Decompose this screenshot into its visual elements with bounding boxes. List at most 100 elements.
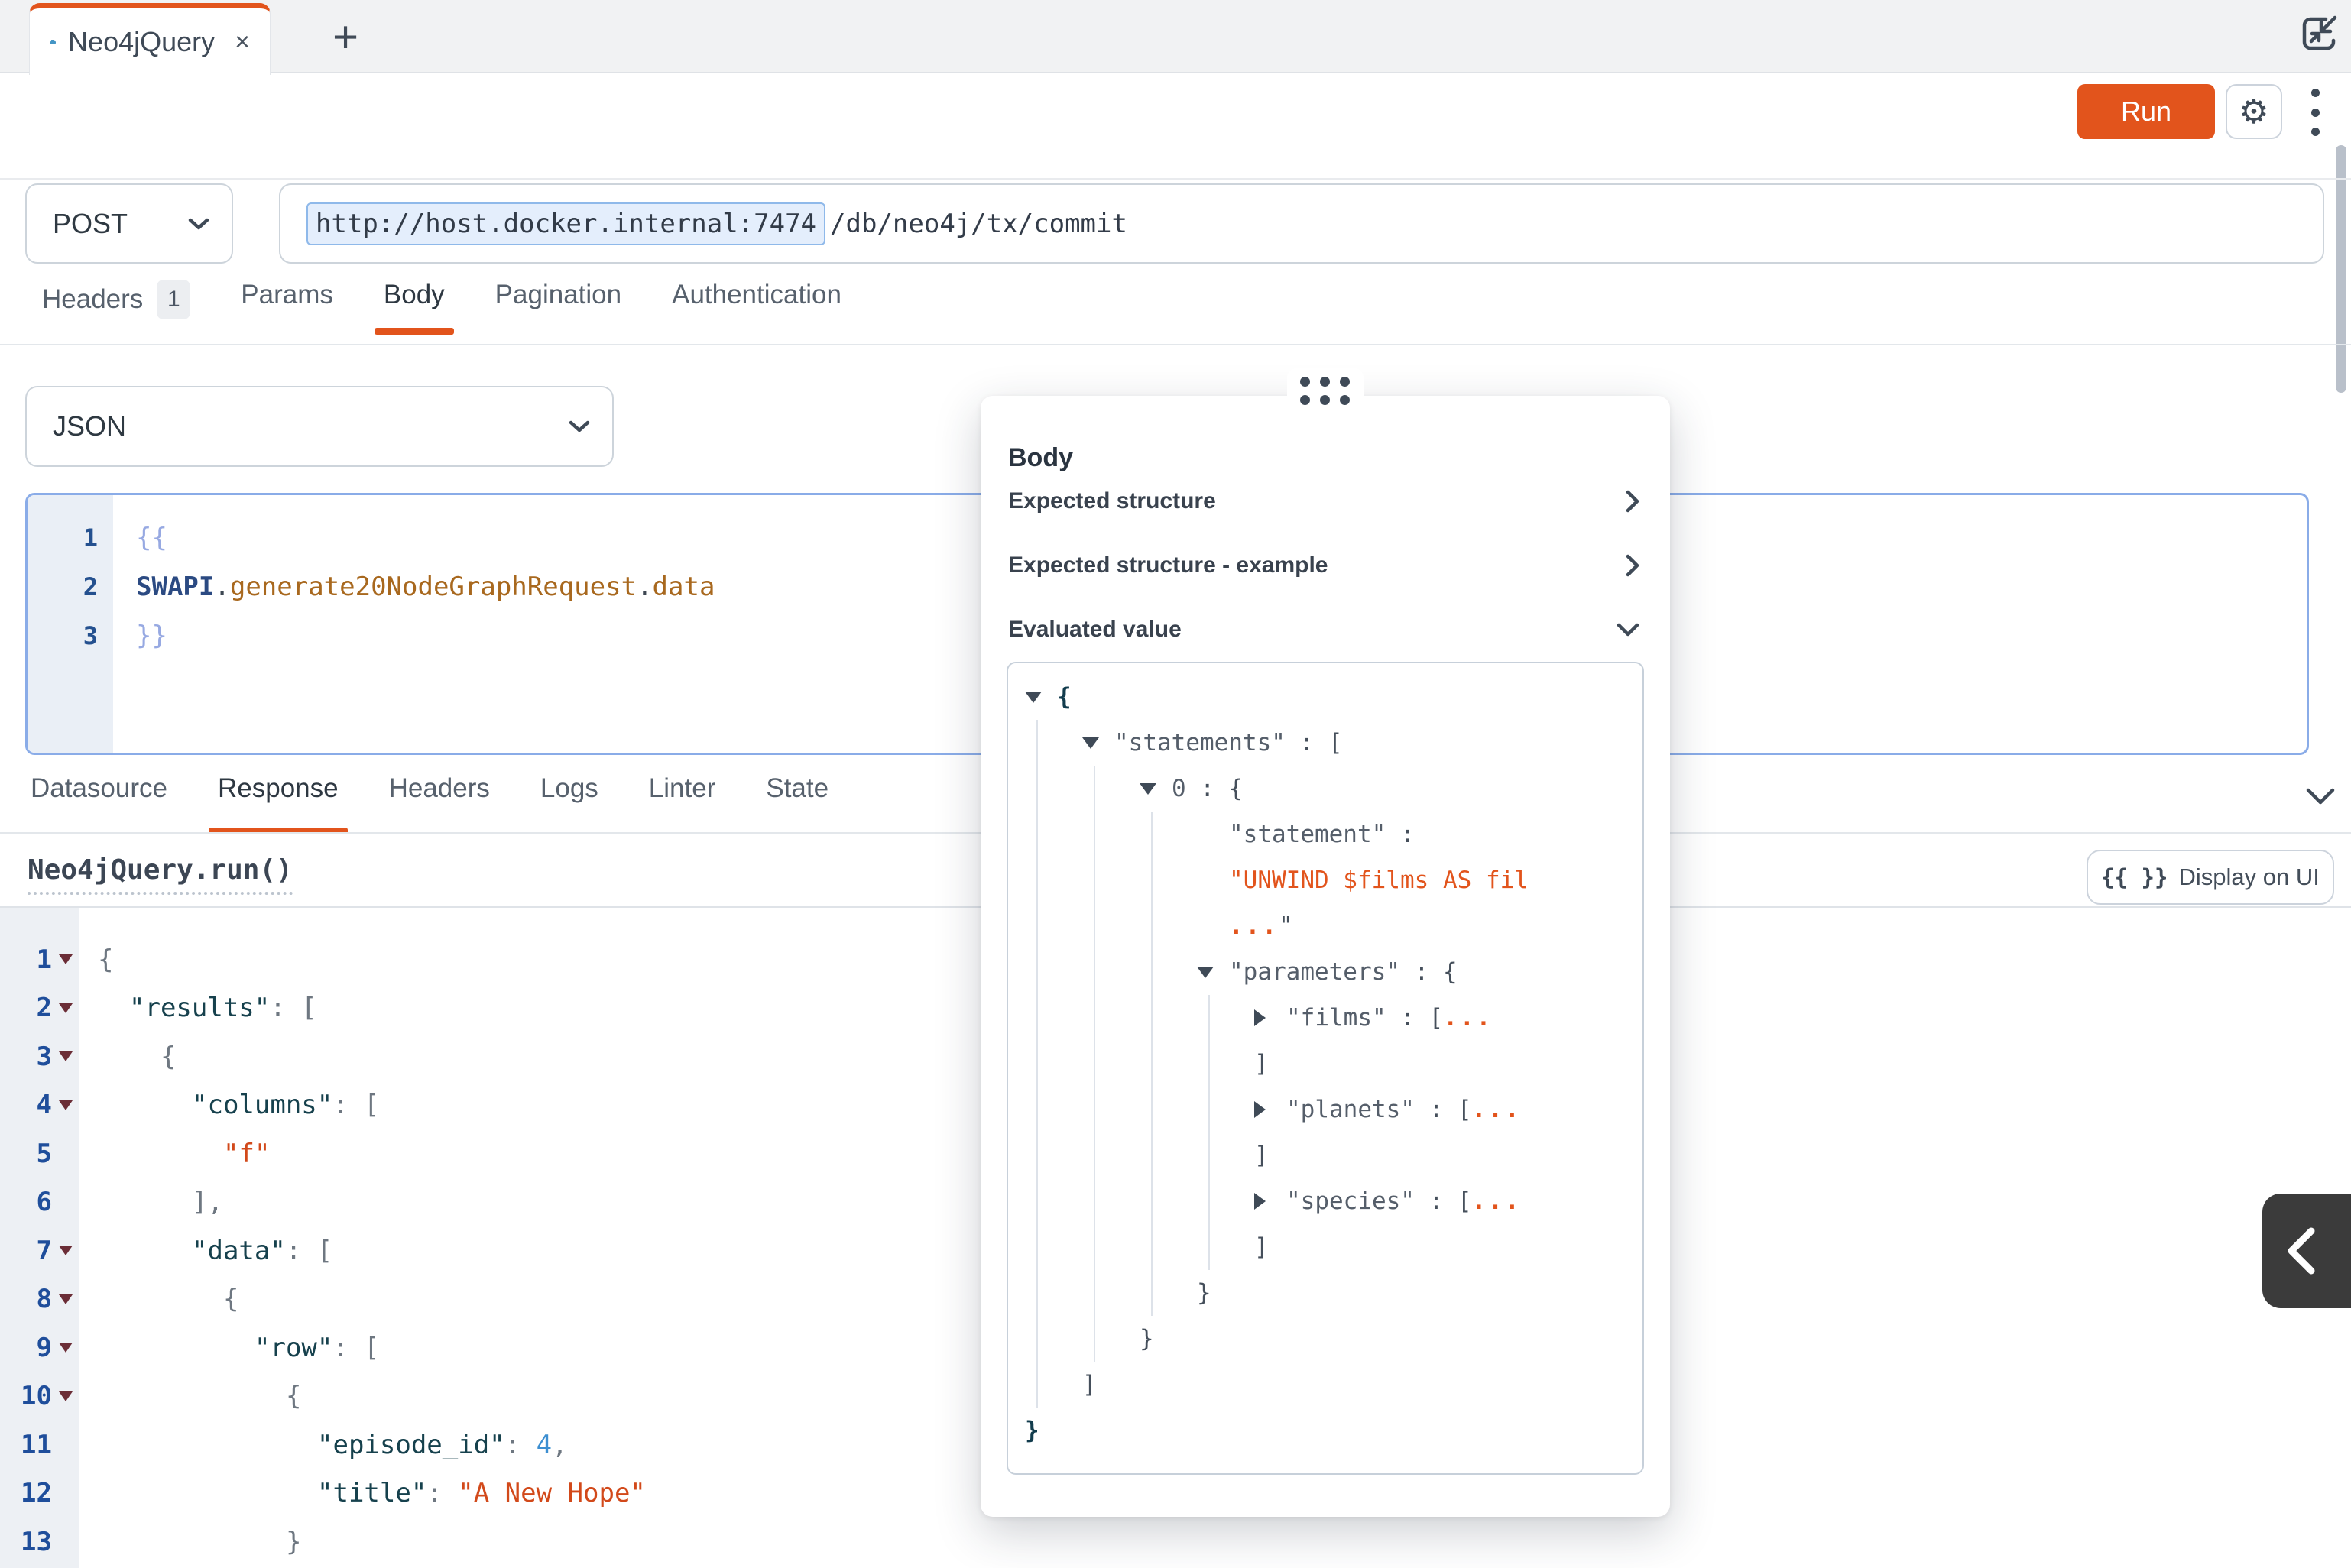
json-line: 13 } [0, 1518, 1070, 1566]
tree-line: } [1140, 1316, 1639, 1362]
collapse-window-icon[interactable] [2294, 9, 2343, 58]
tab-body[interactable]: Body [384, 280, 445, 333]
popup-title: Body [1008, 443, 1073, 473]
tab-response[interactable]: Response [218, 767, 339, 833]
collapse-arrow-icon[interactable] [1140, 783, 1172, 795]
tab-response-label: Response [218, 773, 339, 804]
body-type-select[interactable]: JSON [25, 386, 614, 467]
evaluated-value-tree[interactable]: { "statements" : [ 0 : { "statement" : "… [1007, 662, 1644, 1475]
url-input[interactable]: http://host.docker.internal:7474 /db/neo… [279, 183, 2324, 264]
tab-body-label: Body [384, 280, 445, 310]
fold-toggle[interactable] [52, 1003, 79, 1013]
fold-toggle[interactable] [52, 1391, 79, 1401]
tab-close-icon[interactable]: × [235, 29, 250, 55]
request-tabs-divider [0, 344, 2351, 345]
tab-headers[interactable]: Headers 1 [42, 280, 190, 342]
popup-drag-handle[interactable] [1287, 368, 1364, 414]
expand-arrow-icon[interactable] [1254, 1009, 1286, 1026]
cloud-icon [50, 30, 56, 54]
method-value: POST [53, 208, 128, 240]
gear-icon: ⚙ [2239, 92, 2268, 131]
line-number: 3 [28, 621, 113, 650]
tree-line: "UNWIND $films AS fil [1197, 857, 1639, 903]
vertical-scrollbar[interactable] [2336, 145, 2346, 393]
fold-toggle[interactable] [52, 954, 79, 964]
tab-logs[interactable]: Logs [540, 767, 598, 833]
line-number: 1 [28, 523, 113, 552]
tab-response-headers-label: Headers [389, 773, 490, 804]
headers-count-badge: 1 [157, 280, 190, 319]
fold-toggle[interactable] [52, 1294, 79, 1304]
expand-arrow-icon[interactable] [1254, 1193, 1286, 1210]
tab-logs-label: Logs [540, 773, 598, 804]
json-line: 1 { [0, 935, 1070, 984]
tab-linter[interactable]: Linter [649, 767, 716, 833]
open-side-panel-button[interactable] [2262, 1194, 2351, 1308]
json-line: 5 "f" [0, 1129, 1070, 1178]
json-line: 12 "title": "A New Hope" [0, 1469, 1070, 1518]
toolbar-divider [0, 178, 2351, 180]
json-line: 6 ], [0, 1178, 1070, 1227]
fold-toggle[interactable] [52, 1100, 79, 1110]
tab-headers-label: Headers [42, 284, 143, 315]
tree-line: "statements" : [ [1082, 720, 1639, 766]
tab-response-headers[interactable]: Headers [389, 767, 490, 833]
more-options-button[interactable] [2307, 86, 2323, 139]
tree-line: { [1025, 674, 1639, 720]
api-client-window: Neo4jQuery × + Run ⚙ POST http://host.do… [0, 0, 2351, 1568]
tree-line: ..." [1197, 903, 1639, 949]
json-line: 2 "results": [ [0, 984, 1070, 1033]
chevron-right-icon [1624, 488, 1641, 514]
collapse-arrow-icon[interactable] [1197, 967, 1229, 978]
tab-state[interactable]: State [766, 767, 829, 833]
collapse-arrow-icon[interactable] [1025, 692, 1057, 703]
expected-structure-label: Expected structure [1008, 488, 1216, 514]
tab-bar: Neo4jQuery × + [0, 0, 2351, 73]
tab-params[interactable]: Params [241, 280, 333, 333]
collapse-response-panel-icon[interactable] [2302, 781, 2339, 812]
json-line: 9 "row": [ [0, 1323, 1070, 1372]
tab-linter-label: Linter [649, 773, 716, 804]
tree-line: ] [1254, 1132, 1639, 1178]
response-json-viewer[interactable]: 1 { 2 "results": [ 3 { 4 "columns": [ 5 … [0, 935, 1070, 1566]
tab-datasource[interactable]: Datasource [31, 767, 167, 833]
new-tab-button[interactable]: + [318, 6, 373, 67]
json-line: 7 "data": [ [0, 1226, 1070, 1275]
tree-line: } [1025, 1408, 1639, 1453]
fold-toggle[interactable] [52, 1051, 79, 1061]
fold-toggle[interactable] [52, 1246, 79, 1255]
display-on-ui-button[interactable]: {{ }} Display on UI [2087, 850, 2334, 905]
evaluated-value-row[interactable]: Evaluated value [981, 607, 1670, 653]
url-path: /db/neo4j/tx/commit [830, 209, 1127, 239]
expected-structure-example-row[interactable]: Expected structure - example [981, 543, 1670, 588]
tab-authentication[interactable]: Authentication [672, 280, 841, 333]
settings-button[interactable]: ⚙ [2226, 84, 2282, 139]
tree-line: } [1197, 1270, 1639, 1316]
line-number: 2 [28, 572, 113, 601]
drag-dots-icon [1300, 377, 1351, 406]
chevron-down-icon [568, 419, 591, 434]
body-type-value: JSON [53, 410, 126, 442]
response-query-title[interactable]: Neo4jQuery.run() [28, 854, 293, 895]
run-button[interactable]: Run [2077, 84, 2215, 139]
collapse-arrow-icon[interactable] [1082, 737, 1114, 749]
tree-line: ] [1254, 1041, 1639, 1087]
expand-arrow-icon[interactable] [1254, 1101, 1286, 1118]
json-line: 4 "columns": [ [0, 1081, 1070, 1130]
url-template-token[interactable]: http://host.docker.internal:7474 [306, 202, 825, 245]
json-line: 8 { [0, 1275, 1070, 1324]
tab-title: Neo4jQuery [68, 26, 215, 58]
tree-line: ] [1082, 1362, 1639, 1408]
tab-pagination-label: Pagination [495, 280, 621, 310]
expected-structure-row[interactable]: Expected structure [981, 478, 1670, 524]
display-on-ui-label: Display on UI [2178, 863, 2319, 891]
method-select[interactable]: POST [25, 183, 233, 264]
evaluated-value-label: Evaluated value [1008, 617, 1182, 643]
tab-pagination[interactable]: Pagination [495, 280, 621, 333]
fold-toggle[interactable] [52, 1343, 79, 1353]
body-inspector-popup: Body Expected structure Expected structu… [981, 396, 1670, 1517]
request-tabs: Headers 1 Params Body Pagination Authent… [42, 280, 841, 345]
tab-neo4jquery[interactable]: Neo4jQuery × [29, 3, 271, 75]
tab-datasource-label: Datasource [31, 773, 167, 804]
tree-line: "planets" : [... [1254, 1087, 1639, 1132]
